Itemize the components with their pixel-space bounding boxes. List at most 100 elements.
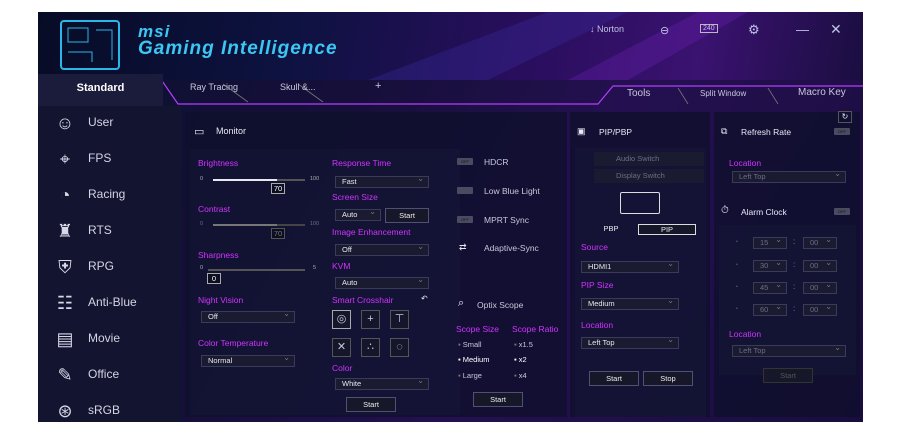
scope-size-medium[interactable]: ▪ Medium: [458, 355, 489, 364]
response-time-select[interactable]: Fast: [335, 174, 429, 188]
refresh-location-select[interactable]: Left Top: [732, 169, 846, 183]
crosshair-style-5-icon[interactable]: ∴: [361, 338, 380, 357]
alarm-row-3-checkbox[interactable]: ▪: [736, 284, 738, 290]
title-bar: msi Gaming Intelligence ↓ Norton ⊖ 240 ⚙…: [38, 12, 863, 80]
image-enhancement-select[interactable]: Off: [335, 242, 429, 256]
refresh-icon[interactable]: ↻: [838, 111, 852, 123]
adaptive-sync-label: Adaptive-Sync: [484, 243, 539, 253]
tab-standard[interactable]: Standard: [38, 74, 163, 106]
scope-ratio-1-5[interactable]: ▪ x1.5: [514, 340, 533, 349]
color-temperature-select[interactable]: Normal: [201, 353, 295, 367]
brightness-value[interactable]: 70: [271, 183, 285, 194]
audio-switch-button[interactable]: Audio Switch: [594, 152, 704, 166]
alarm-clock-title: Alarm Clock: [741, 207, 787, 217]
pip-start-button[interactable]: Start: [589, 371, 639, 386]
sidebar-item-srgb[interactable]: ⊛ sRGB: [38, 394, 181, 422]
tab-skull[interactable]: Skull &...: [280, 82, 316, 92]
pip-location-select[interactable]: Left Top: [581, 335, 679, 349]
refresh-rate-toggle[interactable]: OFF: [834, 128, 850, 135]
alarm-row-2-checkbox[interactable]: ▪: [736, 262, 738, 268]
minimize-icon[interactable]: —: [796, 22, 809, 37]
tab-tools[interactable]: Tools: [627, 88, 650, 99]
alarm-row-4-minutes[interactable]: 60: [753, 302, 787, 316]
sidebar-item-fps[interactable]: ⌖ FPS: [38, 142, 181, 176]
chess-icon: ♜: [56, 221, 74, 241]
contrast-min: 0: [200, 221, 204, 227]
crosshair-style-3-icon[interactable]: ⊤: [390, 310, 409, 329]
crosshair-style-6-icon[interactable]: ◌: [390, 338, 409, 357]
alarm-row-2-minutes[interactable]: 30: [753, 258, 787, 272]
low-blue-light-toggle[interactable]: [457, 187, 473, 194]
alarm-row-1-checkbox[interactable]: ▪: [736, 239, 738, 245]
sharpness-slider[interactable]: [208, 269, 305, 271]
alarm-row-1-seconds[interactable]: 00: [803, 235, 837, 249]
gear-icon[interactable]: ⚙: [748, 22, 760, 38]
tab-split-window[interactable]: Split Window: [700, 89, 746, 98]
scope-ratio-2[interactable]: ▪ x2: [514, 355, 527, 364]
alarm-clock-toggle[interactable]: OFF: [834, 208, 850, 215]
alarm-row-4-checkbox[interactable]: ▪: [736, 306, 738, 312]
scope-size-large-label: Large: [462, 371, 482, 380]
norton-button[interactable]: ↓ Norton: [590, 24, 624, 34]
kvm-label: KVM: [332, 261, 351, 271]
tab-ray-tracing[interactable]: Ray Tracing: [190, 82, 238, 92]
display-switch-button[interactable]: Display Switch: [594, 169, 704, 183]
contrast-label: Contrast: [198, 204, 231, 214]
contrast-slider[interactable]: [213, 224, 305, 226]
alarm-row-3-seconds[interactable]: 00: [803, 280, 837, 294]
sidebar-item-racing[interactable]: ◔ Racing: [38, 178, 181, 212]
source-label: Source: [581, 242, 608, 252]
minimize-circle-icon[interactable]: ⊖: [660, 24, 669, 37]
crosshair-style-1-icon[interactable]: ◎: [332, 310, 351, 329]
pip-size-select[interactable]: Medium: [581, 296, 679, 310]
refresh-location-label: Location: [729, 158, 762, 168]
pip-button[interactable]: PIP: [638, 224, 696, 235]
hdcr-toggle[interactable]: OFF: [457, 158, 473, 165]
scope-size-small[interactable]: ▪ Small: [458, 340, 482, 349]
sidebar-item-anti-blue[interactable]: ☷ Anti-Blue: [38, 286, 181, 320]
brightness-slider[interactable]: [213, 179, 305, 181]
crosshair-style-2-icon[interactable]: +: [361, 310, 380, 329]
close-icon[interactable]: ✕: [830, 21, 842, 38]
sidebar-item-user[interactable]: ☺ User: [38, 106, 181, 140]
pbp-button[interactable]: PBP: [586, 224, 636, 235]
screen-size-start-button[interactable]: Start: [385, 208, 429, 223]
source-select[interactable]: HDMI1: [581, 259, 679, 273]
alarm-location-label: Location: [729, 329, 762, 339]
crosshair-style-4-icon[interactable]: ✕: [332, 338, 351, 357]
sidebar-item-movie[interactable]: ▤ Movie: [38, 322, 181, 356]
alarm-location-select[interactable]: Left Top: [732, 343, 846, 357]
optix-scope-start-button[interactable]: Start: [473, 392, 523, 407]
night-vision-label: Night Vision: [198, 295, 244, 305]
sharpness-value[interactable]: 0: [207, 273, 221, 284]
msi-logo-icon: [60, 20, 120, 70]
alarm-row-3-minutes[interactable]: 45: [753, 280, 787, 294]
scope-ratio-4[interactable]: ▪ x4: [514, 371, 527, 380]
refresh-badge-icon[interactable]: 240: [700, 24, 718, 33]
sidebar-item-rpg[interactable]: ⛨ RPG: [38, 250, 181, 284]
screen-size-select[interactable]: Auto: [335, 207, 381, 221]
alarm-row-2-seconds[interactable]: 00: [803, 258, 837, 272]
scope-size-medium-label: Medium: [462, 355, 490, 364]
color-select[interactable]: White: [335, 376, 429, 390]
tab-macro-key[interactable]: Macro Key: [798, 87, 846, 98]
pip-stop-button[interactable]: Stop: [643, 371, 693, 386]
kvm-select[interactable]: Auto: [335, 275, 429, 289]
sidebar-item-office[interactable]: ✎ Office: [38, 358, 181, 392]
alarm-start-button[interactable]: Start: [763, 368, 813, 383]
sidebar-item-rts[interactable]: ♜ RTS: [38, 214, 181, 248]
mprt-sync-toggle[interactable]: OFF: [457, 216, 473, 223]
pip-size-label: PIP Size: [581, 280, 614, 290]
crosshair-start-button[interactable]: Start: [346, 397, 396, 412]
display-switch-label: Display Switch: [616, 171, 665, 180]
contrast-value[interactable]: 70: [271, 228, 285, 239]
scope-size-label: Scope Size: [456, 324, 499, 334]
reset-icon[interactable]: ↶: [421, 294, 428, 303]
pen-icon: ✎: [57, 365, 73, 385]
alarm-row-4-seconds[interactable]: 00: [803, 302, 837, 316]
scope-size-large[interactable]: ▪ Large: [458, 371, 482, 380]
alarm-row-1-minutes[interactable]: 15: [753, 235, 787, 249]
add-tab-icon[interactable]: +: [375, 80, 381, 92]
night-vision-select[interactable]: Off: [201, 309, 295, 323]
monitor-icon: ▭: [194, 126, 205, 138]
